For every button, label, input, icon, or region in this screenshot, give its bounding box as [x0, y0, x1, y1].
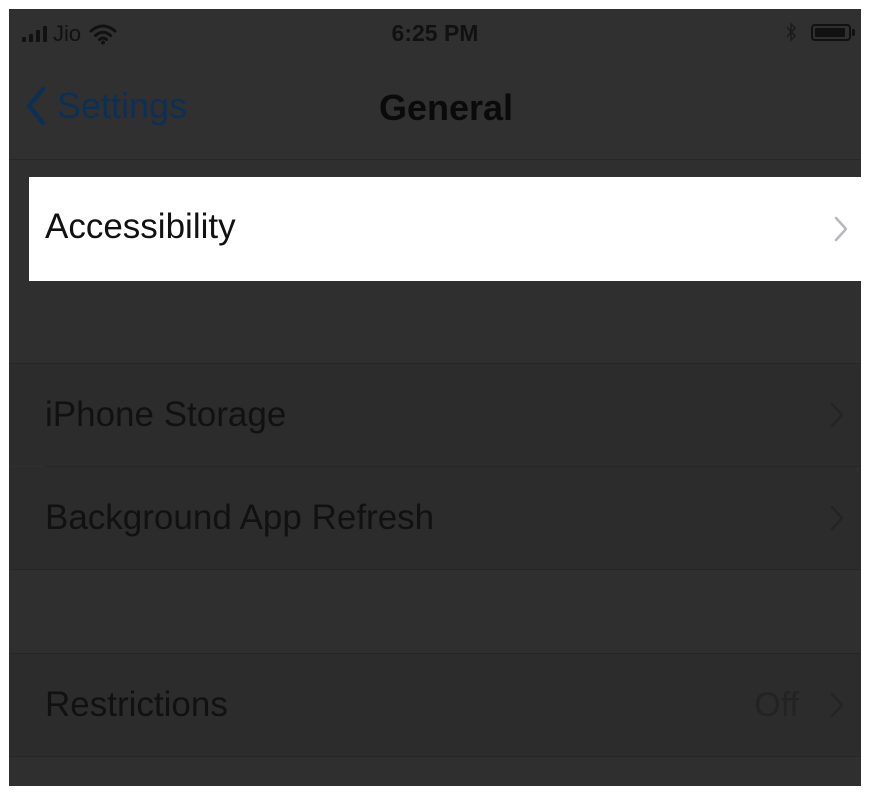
settings-screen: Jio 6:25 PM Settings General iPhone Stor… [9, 9, 861, 786]
status-time: 6:25 PM [391, 20, 479, 46]
section-separator [9, 569, 861, 570]
list-item-restrictions[interactable]: Restrictions Off [9, 654, 861, 756]
row-label: Accessibility [45, 207, 236, 246]
chevron-right-icon [834, 216, 848, 242]
battery-tip [852, 28, 855, 36]
bluetooth-icon [786, 22, 797, 42]
list-item-accessibility[interactable]: Accessibility [29, 177, 861, 281]
chevron-right-icon [830, 402, 844, 428]
navigation-bar: Settings General [9, 59, 861, 160]
row-label: iPhone Storage [45, 395, 287, 434]
status-right [785, 22, 855, 42]
row-label: Restrictions [45, 685, 228, 724]
chevron-right-icon [830, 505, 844, 531]
restrictions-status-value: Off [754, 685, 799, 724]
chevron-right-icon [830, 692, 844, 718]
battery-icon [811, 23, 851, 41]
status-bar: Jio 6:25 PM [9, 9, 861, 59]
page-title: General [378, 87, 514, 128]
list-item-background-app-refresh[interactable]: Background App Refresh [9, 467, 861, 569]
list-item-iphone-storage[interactable]: iPhone Storage [9, 364, 861, 466]
row-label: Background App Refresh [45, 498, 435, 537]
section-separator [9, 756, 861, 757]
